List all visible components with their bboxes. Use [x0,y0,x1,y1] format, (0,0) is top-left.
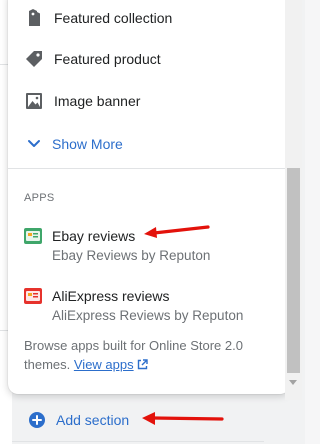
product-tag-icon [24,49,44,69]
add-section-button[interactable]: Add section [28,409,129,431]
aliexpress-app-icon [24,288,42,304]
app-subtitle: AliExpress Reviews by Reputon [52,308,244,323]
annotation-arrow-icon [144,225,210,238]
annotation-arrow-icon [142,412,224,425]
ebay-app-icon [24,228,42,244]
menu-item-featured-product[interactable]: Featured product [24,46,161,72]
apps-heading: APPS [24,192,55,204]
app-subtitle: Ebay Reviews by Reputon [52,248,211,263]
app-title: Ebay reviews [52,228,136,244]
app-item-aliexpress-reviews[interactable]: AliExpress reviews AliExpress Reviews by… [24,286,274,323]
menu-item-image-banner[interactable]: Image banner [24,88,140,114]
external-link-icon[interactable] [137,356,148,375]
add-section-popover: Featured collection Featured product Ima… [8,0,290,394]
section-divider [8,168,290,169]
image-icon [24,91,44,111]
scroll-down-arrow-icon[interactable] [289,380,297,385]
scrollbar-thumb[interactable] [287,168,300,373]
add-section-label: Add section [56,412,130,428]
popover-scrollbar[interactable] [285,0,302,400]
menu-item-featured-collection[interactable]: Featured collection [24,5,172,31]
show-more-label: Show More [52,136,123,152]
view-apps-link[interactable]: View apps [74,357,134,372]
collection-tag-icon [24,8,44,28]
chevron-down-icon [24,134,44,154]
browse-apps-text: Browse apps built for Online Store 2.0 t… [24,336,274,375]
plus-circle-icon [28,411,46,429]
show-more-button[interactable]: Show More [24,133,123,155]
menu-item-label: Featured product [54,51,161,67]
page: Featured collection Featured product Ima… [0,0,305,444]
app-title: AliExpress reviews [52,288,170,304]
menu-item-label: Featured collection [54,10,173,26]
menu-item-label: Image banner [54,93,141,109]
bottom-divider [12,441,264,442]
